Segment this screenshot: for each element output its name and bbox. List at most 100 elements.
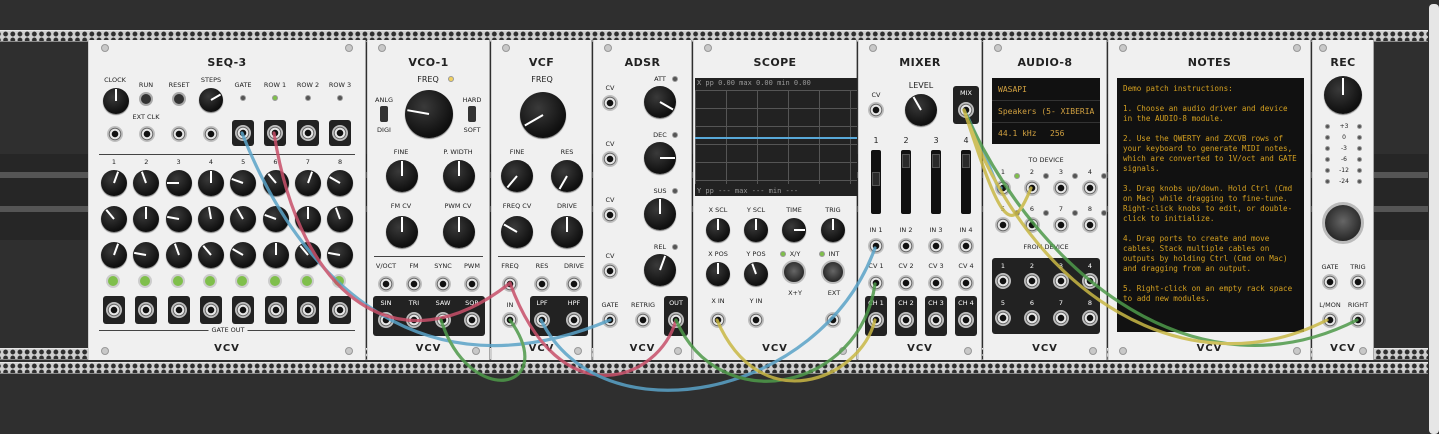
gate-input-jack[interactable]	[602, 312, 618, 328]
vcf-module[interactable]: VCF FREQ FINE RES FREQ CV DRIVE FREQ RES…	[491, 40, 592, 360]
fine-knob[interactable]	[386, 160, 418, 192]
freq-knob[interactable]	[405, 90, 453, 138]
row2-output-jack[interactable]	[300, 125, 316, 141]
record-button[interactable]	[1322, 202, 1364, 244]
audio-input-jack[interactable]	[502, 312, 518, 328]
step-4-row-2-knob[interactable]	[197, 206, 224, 232]
gate-input-jack[interactable]	[1322, 274, 1338, 290]
xpos-knob[interactable]	[706, 262, 730, 286]
channel-2-output-jack[interactable]	[898, 312, 914, 328]
reset-button[interactable]	[172, 92, 186, 106]
sus-cv-jack[interactable]	[602, 207, 618, 223]
step-1-row-1-knob[interactable]	[101, 170, 127, 196]
step-6-gate-button[interactable]	[267, 274, 282, 288]
to-device-1-jack[interactable]	[995, 180, 1011, 196]
step-8-row-2-knob[interactable]	[327, 206, 354, 232]
step-1-row-3-knob[interactable]	[101, 242, 127, 268]
freqcv-knob[interactable]	[501, 216, 533, 248]
from-device-8-jack[interactable]	[1082, 310, 1098, 326]
step-2-gate-button[interactable]	[138, 274, 153, 288]
step-3-gate-button[interactable]	[170, 274, 185, 288]
rec-level-knob[interactable]	[1324, 76, 1362, 114]
saw-output-jack[interactable]	[435, 312, 451, 328]
to-device-2-jack[interactable]	[1024, 180, 1040, 196]
notes-textarea[interactable]: Demo patch instructions: 1. Choose an au…	[1117, 78, 1304, 332]
audio-device[interactable]: Speakers (5- XIBERIA	[998, 107, 1098, 116]
step-6-gate-output-jack[interactable]	[267, 302, 284, 318]
channel-1-cv-jack[interactable]	[868, 275, 884, 291]
scope-display[interactable]: X pp 0.00 max 0.00 min 0.00 Y pp --- max…	[695, 78, 857, 196]
channel-3-fader[interactable]	[931, 150, 941, 214]
release-knob[interactable]	[644, 254, 676, 286]
mixer-module[interactable]: MIXER CV LEVEL MIX VCV 1 IN 1 CV 1 CH 1 2 IN …	[858, 40, 982, 360]
rel-cv-jack[interactable]	[602, 263, 618, 279]
step-4-row-3-knob[interactable]	[197, 242, 224, 268]
channel-1-input-jack[interactable]	[868, 238, 884, 254]
sqr-output-jack[interactable]	[464, 312, 480, 328]
voct-input-jack[interactable]	[378, 276, 394, 292]
channel-4-input-jack[interactable]	[958, 238, 974, 254]
fmcv-knob[interactable]	[386, 216, 418, 248]
channel-2-cv-jack[interactable]	[898, 275, 914, 291]
vertical-scrollbar[interactable]	[1429, 4, 1439, 434]
step-1-gate-button[interactable]	[106, 274, 120, 288]
step-3-row-2-knob[interactable]	[165, 206, 192, 232]
drive-input-jack[interactable]	[566, 276, 582, 292]
channel-3-cv-jack[interactable]	[928, 275, 944, 291]
steps-input-jack[interactable]	[203, 126, 219, 142]
ext-trig-input-jack[interactable]	[825, 312, 841, 328]
level-cv-jack[interactable]	[868, 102, 884, 118]
clock-knob[interactable]	[103, 88, 129, 114]
to-device-4-jack[interactable]	[1082, 180, 1098, 196]
freq-knob[interactable]	[520, 92, 566, 138]
xy-mode-button[interactable]	[782, 260, 806, 284]
step-8-row-3-knob[interactable]	[327, 242, 354, 268]
step-4-gate-button[interactable]	[202, 274, 217, 288]
step-6-row-1-knob[interactable]	[262, 170, 289, 196]
right-input-jack[interactable]	[1350, 312, 1366, 328]
to-device-3-jack[interactable]	[1053, 180, 1069, 196]
to-device-5-jack[interactable]	[995, 217, 1011, 233]
step-7-row-3-knob[interactable]	[294, 242, 321, 268]
to-device-6-jack[interactable]	[1024, 217, 1040, 233]
res-input-jack[interactable]	[534, 276, 550, 292]
adsr-module[interactable]: ADSR ATT DEC SUS REL CV CV CV CV GATE RE…	[593, 40, 692, 360]
rack-area[interactable]: SEQ-3 CLOCK RUN RESET STEPS GATE ROW 1 R…	[0, 0, 1439, 434]
step-8-gate-output-jack[interactable]	[332, 302, 349, 318]
hard-soft-switch[interactable]	[468, 106, 476, 122]
sin-output-jack[interactable]	[378, 312, 394, 328]
from-device-2-jack[interactable]	[1024, 273, 1040, 289]
freq-input-jack[interactable]	[502, 276, 518, 292]
fine-knob[interactable]	[501, 160, 533, 192]
lpf-output-jack[interactable]	[534, 312, 550, 328]
pwidth-knob[interactable]	[443, 160, 475, 192]
hpf-output-jack[interactable]	[566, 312, 582, 328]
dec-cv-jack[interactable]	[602, 151, 618, 167]
gate-output-jack[interactable]	[235, 125, 251, 141]
channel-1-output-jack[interactable]	[868, 312, 884, 328]
step-7-row-1-knob[interactable]	[294, 170, 321, 196]
step-5-row-1-knob[interactable]	[230, 170, 257, 196]
channel-2-fader[interactable]	[901, 150, 911, 214]
step-7-gate-output-jack[interactable]	[299, 302, 316, 318]
sample-rate[interactable]: 44.1 kHz	[998, 129, 1037, 138]
step-7-gate-button[interactable]	[299, 274, 314, 288]
retrig-input-jack[interactable]	[635, 312, 651, 328]
ypos-knob[interactable]	[744, 262, 768, 286]
audio-driver[interactable]: WASAPI	[998, 85, 1027, 94]
step-8-gate-button[interactable]	[332, 274, 347, 288]
step-5-gate-button[interactable]	[235, 274, 250, 288]
from-device-5-jack[interactable]	[995, 310, 1011, 326]
tri-output-jack[interactable]	[406, 312, 422, 328]
seq3-module[interactable]: SEQ-3 CLOCK RUN RESET STEPS GATE ROW 1 R…	[88, 40, 366, 360]
att-cv-jack[interactable]	[602, 95, 618, 111]
scope-module[interactable]: SCOPE X pp 0.00 max 0.00 min 0.00 Y pp -…	[693, 40, 857, 360]
block-size[interactable]: 256	[1050, 129, 1064, 138]
trigger-source-button[interactable]	[821, 260, 845, 284]
step-2-row-3-knob[interactable]	[133, 242, 160, 268]
audio8-module[interactable]: AUDIO-8 WASAPI Speakers (5- XIBERIA 44.1…	[983, 40, 1107, 360]
left-input-jack[interactable]	[1322, 312, 1338, 328]
sustain-knob[interactable]	[644, 198, 676, 230]
step-5-row-3-knob[interactable]	[230, 242, 257, 268]
step-3-row-3-knob[interactable]	[165, 242, 192, 268]
